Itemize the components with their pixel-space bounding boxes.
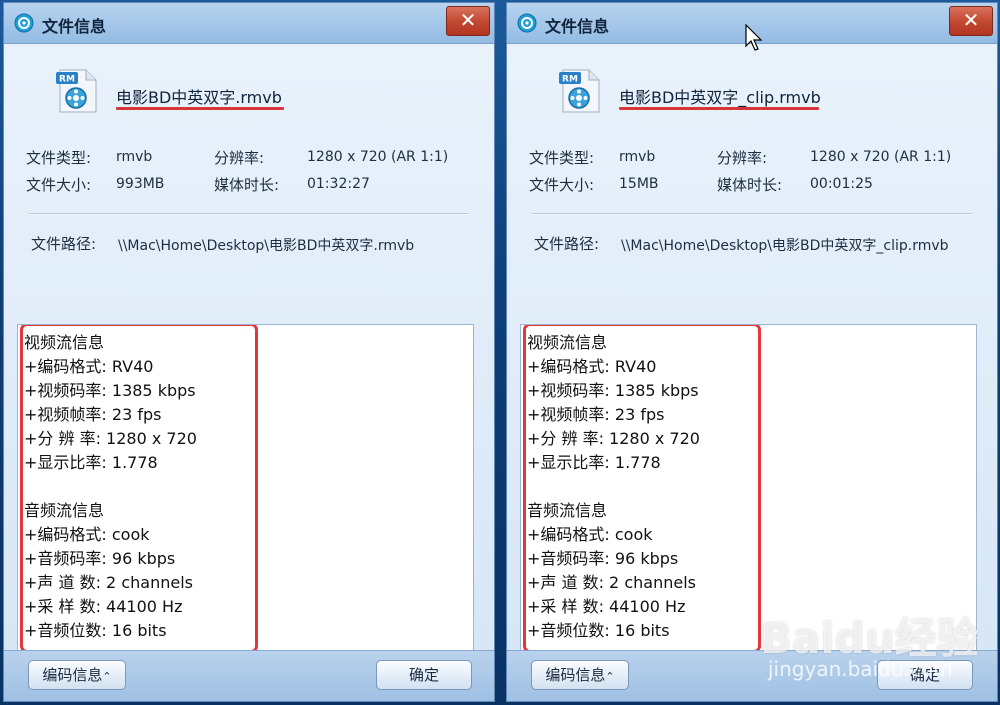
resolution-value: 1280 x 720 (AR 1:1) (810, 149, 952, 165)
window-title: 文件信息 (42, 17, 107, 36)
file-type-label: 文件类型: (529, 149, 595, 167)
file-path-value: \\Mac\Home\Desktop\电影BD中英双字_clip.rmvb (621, 238, 949, 254)
file-path-label: 文件路径: (534, 235, 600, 253)
window-body: RM 电影BD中英双字_clip.rmvb 文件类型: rmvb 分辨率: 12… (507, 44, 997, 701)
divider (29, 213, 469, 215)
file-size-value: 15MB (619, 176, 659, 192)
chevron-up-down-icon: ⌃ (605, 670, 615, 683)
info-line: +编码格式: cook (527, 525, 653, 544)
file-type-label: 文件类型: (26, 149, 92, 167)
duration-value: 01:32:27 (307, 176, 370, 192)
rm-file-icon: RM (559, 69, 600, 113)
resolution-value: 1280 x 720 (AR 1:1) (307, 149, 449, 165)
info-line: +视频码率: 1385 kbps (527, 381, 699, 400)
info-line: 音频流信息 (527, 501, 608, 520)
info-line: +编码格式: cook (24, 525, 150, 544)
file-type-value: rmvb (619, 149, 656, 165)
title-bar[interactable]: 文件信息 ✕ (4, 3, 494, 44)
info-line: 音频流信息 (24, 501, 105, 520)
info-line: +显示比率: 1.778 (527, 453, 661, 472)
info-line: +音频码率: 96 kbps (527, 549, 679, 568)
resolution-label: 分辨率: (214, 149, 265, 167)
info-line: +音频码率: 96 kbps (24, 549, 176, 568)
info-line: +显示比率: 1.778 (24, 453, 158, 472)
app-logo-icon (14, 13, 34, 33)
file-path-value: \\Mac\Home\Desktop\电影BD中英双字.rmvb (118, 238, 415, 254)
info-line: +采 样 数: 44100 Hz (527, 597, 686, 616)
filename-underline (619, 107, 819, 110)
file-info-window-right: 文件信息 ✕ RM 电影BD中英双字_clip.rmvb 文件类型: rmvb … (506, 2, 998, 702)
info-line: 视频流信息 (24, 333, 105, 352)
duration-label: 媒体时长: (717, 176, 783, 194)
file-size-label: 文件大小: (26, 176, 92, 194)
close-button[interactable]: ✕ (949, 6, 993, 36)
filename-underline (116, 107, 284, 110)
duration-value: 00:01:25 (810, 176, 873, 192)
rm-file-icon: RM (56, 69, 97, 113)
file-size-label: 文件大小: (529, 176, 595, 194)
codec-info-label: 编码信息 (545, 666, 606, 684)
codec-info-label: 编码信息 (42, 666, 103, 684)
close-button[interactable]: ✕ (446, 6, 490, 36)
file-type-value: rmvb (116, 149, 153, 165)
button-bar: 编码信息⌃ 确定 (4, 650, 494, 701)
stream-info-box[interactable]: 视频流信息 +编码格式: RV40 +视频码率: 1385 kbps +视频帧率… (17, 324, 474, 654)
file-size-value: 993MB (116, 176, 165, 192)
duration-label: 媒体时长: (214, 176, 280, 194)
info-line: +视频码率: 1385 kbps (24, 381, 196, 400)
mouse-cursor-icon (745, 24, 763, 51)
file-path-label: 文件路径: (31, 235, 97, 253)
rm-badge: RM (562, 75, 578, 85)
watermark-url: jingyan.baidu.com (768, 657, 953, 681)
codec-info-button[interactable]: 编码信息⌃ (531, 660, 629, 690)
info-line: +采 样 数: 44100 Hz (24, 597, 183, 616)
info-line: +分 辨 率: 1280 x 720 (24, 429, 197, 448)
resolution-label: 分辨率: (717, 149, 768, 167)
divider (532, 213, 972, 215)
info-line: +音频位数: 16 bits (24, 621, 167, 640)
info-line: +视频帧率: 23 fps (527, 405, 665, 424)
info-line: +编码格式: RV40 (527, 357, 657, 376)
info-line: +声 道 数: 2 channels (24, 573, 193, 592)
rm-badge: RM (59, 75, 75, 85)
info-line: 视频流信息 (527, 333, 608, 352)
info-line: +声 道 数: 2 channels (527, 573, 696, 592)
info-line: +视频帧率: 23 fps (24, 405, 162, 424)
info-line: +分 辨 率: 1280 x 720 (527, 429, 700, 448)
window-body: RM 电影BD中英双字.rmvb 文件类型: rmvb 分辨率: 1280 x … (4, 44, 494, 701)
ok-button[interactable]: 确定 (376, 660, 472, 690)
info-line: +音频位数: 16 bits (527, 621, 670, 640)
file-name: 电影BD中英双字_clip.rmvb (619, 88, 821, 107)
file-name: 电影BD中英双字.rmvb (116, 88, 282, 107)
window-title: 文件信息 (545, 17, 610, 36)
chevron-up-down-icon: ⌃ (102, 670, 112, 683)
codec-info-button[interactable]: 编码信息⌃ (28, 660, 126, 690)
app-logo-icon (517, 13, 537, 33)
file-info-window-left: 文件信息 ✕ RM 电影BD中英双字.rmvb 文件类型: rmvb 分辨率: … (3, 2, 495, 702)
info-line: +编码格式: RV40 (24, 357, 154, 376)
